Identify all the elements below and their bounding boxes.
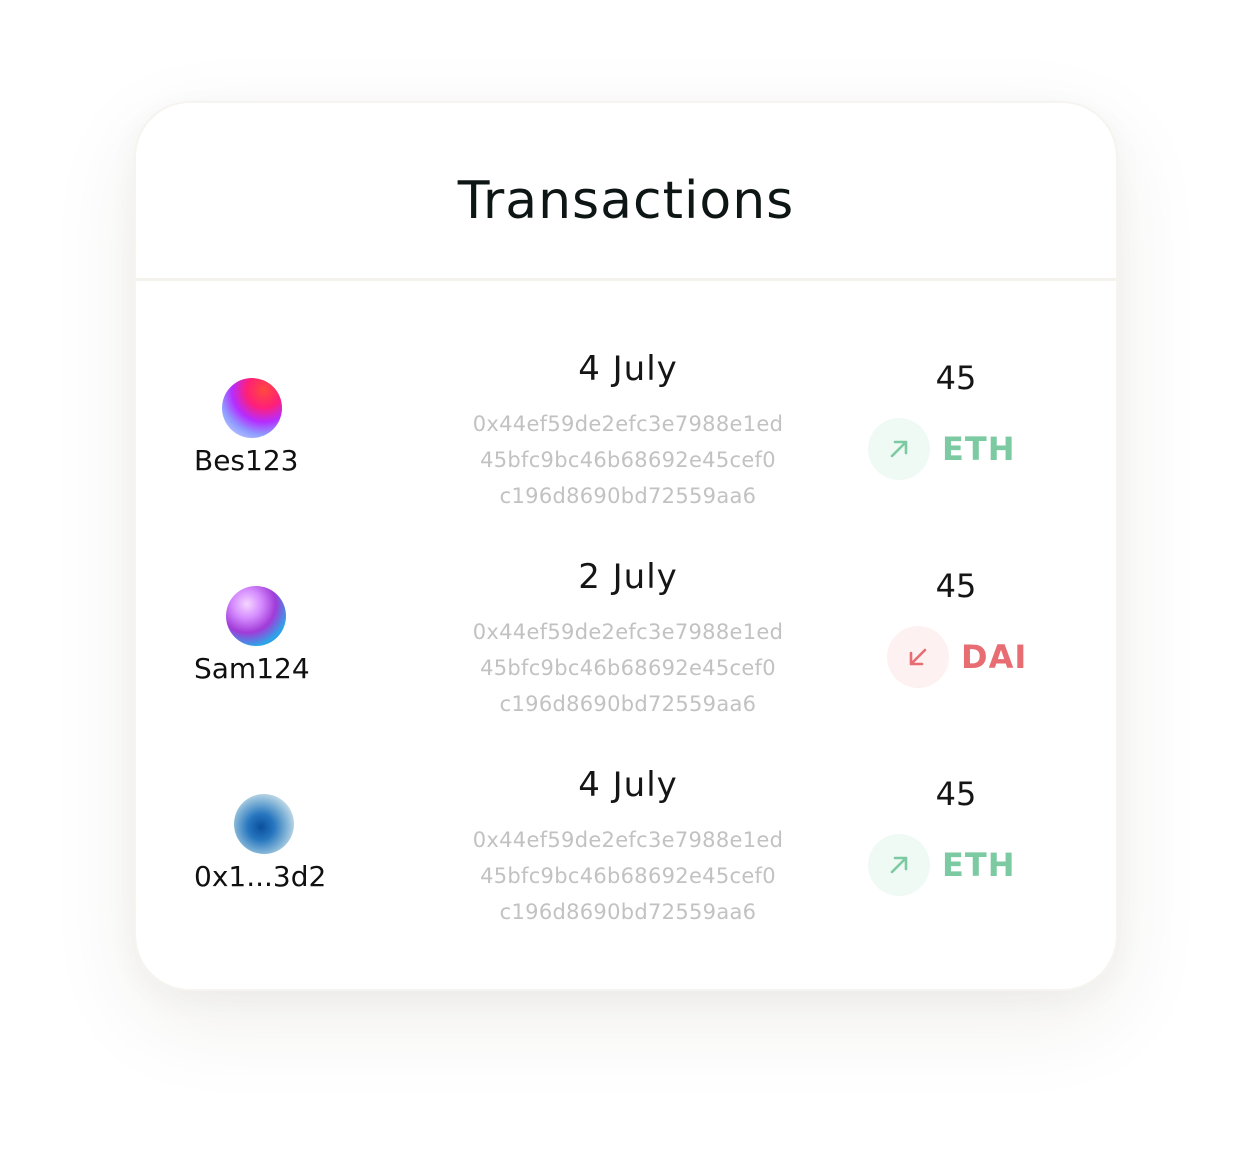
arrow-up-right-icon [868,418,930,480]
avatar [222,378,282,438]
card-header: Transactions [136,103,1116,281]
transaction-row[interactable]: Bes123 4 July 0x44ef59de2efc3e7988e1ed 4… [136,348,1116,548]
transaction-hash: 0x44ef59de2efc3e7988e1ed 45bfc9bc46b6869… [462,614,794,722]
arrow-down-left-icon [887,626,949,688]
token-symbol: ETH [942,846,1016,884]
hash-line: 0x44ef59de2efc3e7988e1ed [472,828,784,852]
username: Bes123 [194,444,299,477]
transaction-row[interactable]: Sam124 2 July 0x44ef59de2efc3e7988e1ed 4… [136,556,1116,756]
username: Sam124 [194,652,310,685]
transaction-hash: 0x44ef59de2efc3e7988e1ed 45bfc9bc46b6869… [462,822,794,930]
hash-line: 45bfc9bc46b68692e45cef0 [480,864,776,888]
transaction-amount: 45 [935,775,977,813]
token-symbol: ETH [942,430,1016,468]
transaction-date: 4 July [578,765,678,805]
transaction-amount: 45 [935,359,977,397]
avatar [226,586,286,646]
transaction-amount: 45 [935,567,977,605]
transaction-hash: 0x44ef59de2efc3e7988e1ed 45bfc9bc46b6869… [462,406,794,514]
token-symbol: DAI [961,638,1028,676]
hash-line: 0x44ef59de2efc3e7988e1ed [472,620,784,644]
hash-line: c196d8690bd72559aa6 [499,900,757,924]
transaction-date: 4 July [578,349,678,389]
arrow-up-right-icon [868,834,930,896]
hash-line: c196d8690bd72559aa6 [499,484,757,508]
transaction-row[interactable]: 0x1...3d2 4 July 0x44ef59de2efc3e7988e1e… [136,764,1116,964]
hash-line: 0x44ef59de2efc3e7988e1ed [472,412,784,436]
username: 0x1...3d2 [194,860,327,893]
hash-line: c196d8690bd72559aa6 [499,692,757,716]
card-title: Transactions [457,171,795,231]
avatar [234,794,294,854]
transaction-date: 2 July [578,557,678,597]
hash-line: 45bfc9bc46b68692e45cef0 [480,448,776,472]
transactions-card: Transactions Bes123 4 July 0x44ef59de2ef… [134,101,1118,991]
page: Transactions Bes123 4 July 0x44ef59de2ef… [0,0,1248,1153]
hash-line: 45bfc9bc46b68692e45cef0 [480,656,776,680]
